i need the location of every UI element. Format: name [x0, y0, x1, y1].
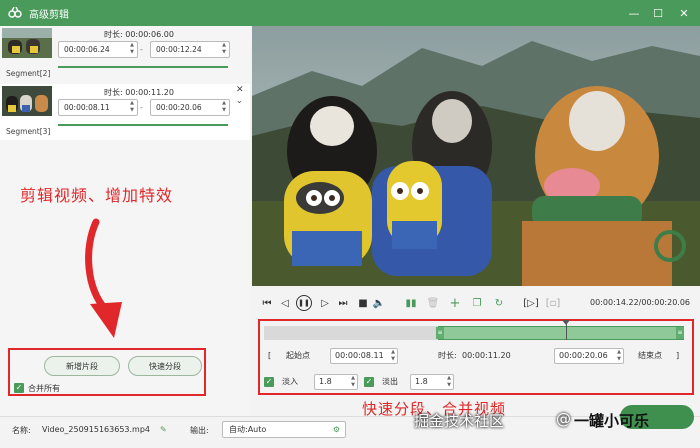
segment-duration: 时长: 00:00:06.00 — [104, 30, 174, 39]
end-bracket: ] — [676, 351, 680, 360]
selection-start-handle[interactable]: ≡ — [436, 327, 444, 339]
watermark-author: 一罐小可乐 — [574, 412, 650, 430]
maximize-button[interactable]: ☐ — [646, 0, 670, 26]
segment-end-field[interactable]: 00:00:12.24 ▲ ▼ — [150, 41, 230, 58]
add-icon[interactable]: + — [448, 295, 462, 311]
segment-item[interactable]: Segment[2] 时长: 00:00:06.00 00:00:06.24 ▲ ▼… — [0, 26, 250, 82]
output-label: 输出: — [190, 426, 209, 435]
segment-progress — [58, 124, 228, 126]
add-segment-button[interactable]: 新增片段 — [44, 356, 120, 376]
window-title: 高级剪辑 — [29, 9, 69, 21]
video-preview[interactable] — [252, 26, 700, 286]
segment-duration: 时长: 00:00:11.20 — [104, 88, 174, 97]
playhead-marker-icon — [562, 320, 570, 325]
segment-progress — [58, 66, 228, 68]
minimize-button[interactable]: — — [622, 0, 646, 26]
duration-label: 时长: — [438, 351, 457, 360]
duration-value: 00:00:11.20 — [462, 351, 511, 360]
segment-thumbnail — [2, 28, 52, 58]
title-bar: 高级剪辑 — ☐ ✕ — [0, 0, 700, 26]
merge-all-label: 合并所有 — [28, 384, 60, 393]
time-readout: 00:00:14.22/00:00:20.06 — [590, 298, 690, 307]
end-time-field[interactable]: 00:00:20.06 ▲ ▼ — [554, 348, 624, 364]
file-name: Video_250915163653.mp4 — [42, 425, 150, 434]
segment-start-field[interactable]: 00:00:08.11 ▲ ▼ — [58, 99, 138, 116]
fade-out-label: 淡出 — [382, 377, 398, 386]
timeline-selection[interactable] — [438, 326, 684, 340]
close-button[interactable]: ✕ — [672, 0, 696, 26]
range-dash: - — [140, 103, 143, 112]
split-icon[interactable]: ▮▮ — [404, 295, 418, 311]
fade-out-checkbox[interactable]: ✓ — [364, 377, 374, 387]
annotation-arrow-icon — [85, 218, 122, 338]
segment-label: Segment[3] — [6, 127, 51, 136]
timeline-track[interactable]: ≡ ≡ — [264, 320, 684, 340]
segment-start-field[interactable]: 00:00:06.24 ▲ ▼ — [58, 41, 138, 58]
copy-icon[interactable]: ❐ — [470, 295, 484, 311]
start-point-button[interactable]: 起始点 — [286, 348, 310, 364]
end-point-button[interactable]: 结束点 — [638, 348, 662, 364]
step-back-icon[interactable]: ◁ — [278, 295, 292, 311]
name-label: 名称: — [12, 426, 31, 435]
volume-icon[interactable]: 🔈 — [372, 295, 386, 311]
segment-thumbnail — [2, 86, 52, 116]
skip-end-icon[interactable]: ⏭ — [336, 295, 350, 311]
range-dash: - — [140, 45, 143, 54]
remove-segment-icon[interactable]: ✕ — [236, 85, 244, 95]
step-forward-icon[interactable]: ▷ — [318, 295, 332, 311]
app-logo-icon — [7, 5, 23, 21]
fade-row: ✓ 淡入 1.8 ▲ ▼ ✓ 淡出 1.8 ▲ ▼ — [264, 374, 684, 390]
fade-in-checkbox[interactable]: ✓ — [264, 377, 274, 387]
settings-icon[interactable]: ⚙ — [333, 422, 340, 437]
watermark-at: @ — [556, 410, 571, 428]
fade-out-field[interactable]: 1.8 ▲ ▼ — [410, 374, 454, 390]
refresh-icon[interactable]: ↻ — [492, 295, 506, 311]
start-time-field[interactable]: 00:00:08.11 ▲ ▼ — [330, 348, 398, 364]
time-range-row: [ 起始点 00:00:08.11 ▲ ▼ 时长: 00:00:11.20 00:0… — [264, 348, 686, 364]
delete-icon[interactable]: 🗑 — [426, 295, 440, 311]
playback-controls: ⏮ ◁ ❚❚ ▷ ⏭ ■ 🔈 ▮▮ 🗑 + ❐ ↻ [▷] [▫] 00:00:… — [252, 292, 700, 314]
start-bracket: [ — [268, 351, 272, 360]
selection-end-handle[interactable]: ≡ — [676, 327, 684, 339]
collapse-icon[interactable]: ⌄ — [236, 96, 243, 105]
segment-label: Segment[2] — [6, 69, 51, 78]
segment-item-active[interactable]: Segment[3] 时长: 00:00:11.20 00:00:08.11 ▲ ▼… — [0, 84, 250, 140]
watermark-site: 掘金技术社区 — [414, 412, 505, 430]
merge-all-checkbox[interactable]: ✓ — [14, 383, 24, 393]
stop-icon[interactable]: ■ — [356, 295, 370, 311]
output-select[interactable]: 自动:Auto ⚙ — [222, 421, 346, 438]
fade-in-label: 淡入 — [282, 377, 298, 386]
crop-icon[interactable]: [▫] — [546, 295, 561, 311]
trim-icon[interactable]: [▷] — [523, 295, 539, 311]
edit-name-icon[interactable]: ✎ — [160, 425, 167, 434]
skip-start-icon[interactable]: ⏮ — [260, 295, 274, 311]
segment-end-field[interactable]: 00:00:20.06 ▲ ▼ — [150, 99, 230, 116]
annotation-edit: 剪辑视频、增加特效 — [20, 186, 174, 205]
fade-in-field[interactable]: 1.8 ▲ ▼ — [314, 374, 358, 390]
quick-split-button[interactable]: 快速分段 — [128, 356, 202, 376]
pause-icon[interactable]: ❚❚ — [296, 295, 312, 311]
